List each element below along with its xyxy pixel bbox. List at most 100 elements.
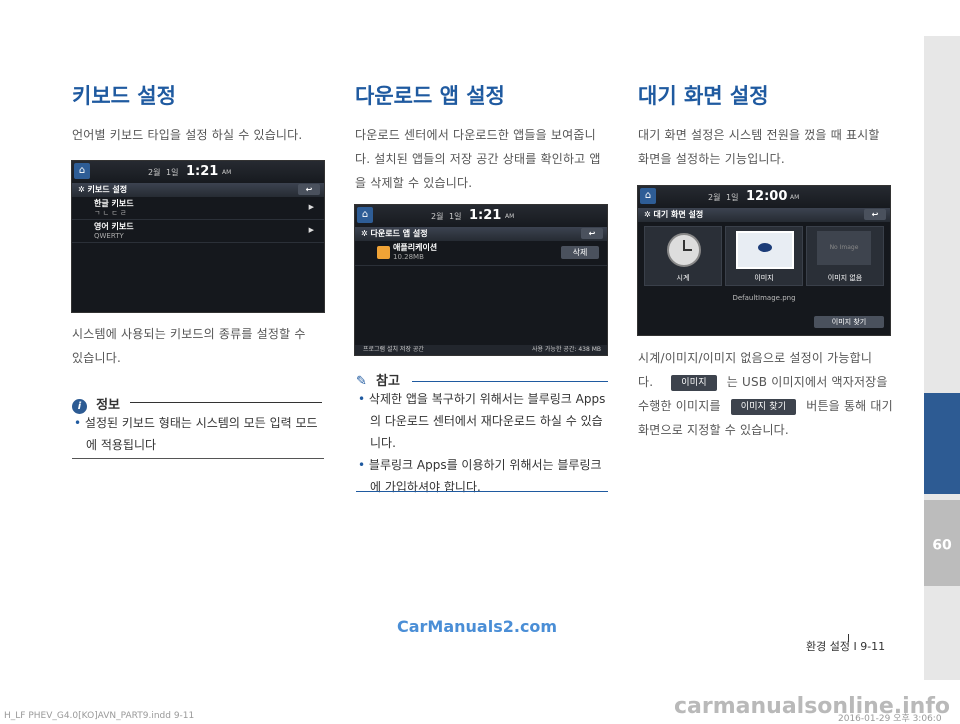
storage-label: 프로그램 설치 저장 공간: [363, 346, 424, 353]
standby-intro: 대기 화면 설정은 시스템 전원을 껐을 때 표시할 화면을 설정하는 기능입니…: [638, 123, 898, 171]
ampm: AM: [790, 194, 800, 201]
day-label: 1일: [166, 168, 179, 177]
row-subtitle: QWERTY: [94, 232, 124, 240]
day-label: 1일: [726, 193, 739, 202]
home-icon[interactable]: ⌂: [74, 163, 90, 179]
screen-header: ✲ 다운로드 앱 설정 ↩: [355, 227, 607, 241]
pencil-icon: ✎: [356, 374, 367, 389]
screen-header-title: 키보드 설정: [87, 185, 128, 194]
paragraph-line: 대기 화면 설정은 시스템 전원을 껐을 때 표시할: [638, 128, 880, 142]
note-label: 참고: [376, 374, 400, 389]
screen-header: ✲ 키보드 설정 ↩: [72, 183, 324, 197]
text-fragment: 버튼을 통해 대기: [806, 399, 893, 413]
tile-no-image[interactable]: No Image 이미지 없음: [806, 226, 884, 286]
home-icon[interactable]: ⌂: [357, 207, 373, 223]
day-label: 1일: [449, 212, 462, 221]
bullet-text: 니다.: [370, 436, 396, 450]
text-fragment: 수행한 이미지를: [638, 399, 721, 413]
delete-button[interactable]: 삭제: [561, 246, 599, 259]
info-header: i 정보: [72, 394, 322, 414]
text-fragment: 다.: [638, 375, 654, 389]
status-bar: ⌂ 2월 1일 1:21 AM: [355, 205, 607, 227]
bullet-line: • 블루링크 Apps를 이용하기 위해서는 블루링크: [358, 454, 610, 476]
bullet-text: 설정된 키보드 형태는 시스템의 모든 입력 모드: [84, 416, 318, 430]
tile-image[interactable]: 이미지: [725, 226, 803, 286]
paragraph-line: 다. 이미지 는 USB 이미지에서 액자저장을: [638, 370, 908, 394]
paragraph-line: 수행한 이미지를 이미지 찾기 버튼을 통해 대기: [638, 394, 908, 418]
divider: [130, 402, 322, 403]
play-arrow-icon: ▶: [308, 226, 314, 234]
row-title: 한글 키보드: [94, 199, 134, 208]
tile-label: 이미지: [754, 274, 774, 282]
app-row[interactable]: 애플리케이션 10.28MB 삭제: [355, 241, 607, 266]
bullet-text: 블루링크 Apps를 이용하기 위해서는 블루링크: [368, 458, 602, 472]
find-image-chip: 이미지 찾기: [730, 398, 797, 415]
chapter-number: 09: [932, 535, 952, 551]
month-label: 2월: [708, 193, 721, 202]
watermark-carmanuals2: CarManuals2.com: [397, 617, 558, 636]
keyboard-row-korean[interactable]: 한글 키보드 ㄱ ㄴ ㄷ ㄹ ▶: [72, 197, 324, 220]
download-screen: ⌂ 2월 1일 1:21 AM ✲ 다운로드 앱 설정 ↩ 애플리케이션 10.…: [354, 204, 608, 356]
paragraph-line: 다. 설치된 앱들의 저장 공간 상태를 확인하고 앱: [355, 152, 601, 166]
download-app-settings-title: 다운로드 앱 설정: [355, 84, 505, 108]
bullet-dot: •: [74, 416, 85, 430]
paragraph-line: 시계/이미지/이미지 없음으로 설정이 가능합니: [638, 351, 873, 365]
keyboard-settings-title: 키보드 설정: [72, 84, 176, 108]
watermark-carmanualsonline: carmanualsonline.info: [674, 694, 950, 719]
standby-screen-settings-title: 대기 화면 설정: [638, 84, 769, 108]
gear-icon: ✲: [361, 229, 371, 238]
keyboard-row-english[interactable]: 영어 키보드 QWERTY ▶: [72, 220, 324, 243]
divider: [412, 381, 608, 382]
tile-label: 시계: [676, 274, 690, 282]
tile-label: 이미지 없음: [827, 274, 863, 282]
month-label: 2월: [148, 168, 161, 177]
row-title: 영어 키보드: [94, 222, 134, 231]
clock-icon: [667, 233, 701, 267]
note-header: ✎ 참고: [356, 370, 608, 389]
info-bottom-rule: [72, 458, 324, 459]
back-icon[interactable]: ↩: [581, 228, 603, 239]
tile-clock[interactable]: 시계: [644, 226, 722, 286]
note-bullets: • 삭제한 앱을 복구하기 위해서는 블루링크 Apps 의 다운로드 센터에서…: [358, 388, 610, 498]
clock: 1:21: [469, 208, 502, 223]
bullet-text: 에 적용됩니다: [86, 438, 157, 452]
ampm: AM: [222, 169, 232, 176]
app-icon: [377, 246, 390, 259]
paragraph-line: 화면으로 지정할 수 있습니다.: [638, 423, 789, 437]
bullet-text: 삭제한 앱을 복구하기 위해서는 블루링크 Apps: [368, 392, 606, 406]
image-thumbnail: [736, 231, 794, 269]
info-bullet: • 설정된 키보드 형태는 시스템의 모든 입력 모드 에 적용됩니다: [74, 412, 326, 456]
paragraph-line: 을 삭제할 수 있습니다.: [355, 176, 473, 190]
bullet-line: • 설정된 키보드 형태는 시스템의 모든 입력 모드: [74, 412, 326, 434]
paragraph-line: 화면을 설정하는 기능입니다.: [638, 152, 785, 166]
note-bottom-rule: [356, 491, 608, 492]
standby-desc: 시계/이미지/이미지 없음으로 설정이 가능합니 다. 이미지 는 USB 이미…: [638, 346, 908, 442]
status-bar: ⌂ 2월 1일 12:00 AM: [638, 186, 890, 208]
clock: 1:21: [186, 164, 219, 179]
keyboard-intro: 언어별 키보드 타입을 설정 하실 수 있습니다.: [72, 123, 332, 147]
gear-icon: ✲: [78, 185, 88, 194]
storage-bar: 프로그램 설치 저장 공간 사용 가능한 공간: 438 MB: [355, 345, 607, 355]
storage-available: 사용 가능한 공간: 438 MB: [531, 346, 601, 353]
paragraph-line: 언어별 키보드 타입을 설정 하실 수 있습니다.: [72, 128, 303, 142]
status-bar: ⌂ 2월 1일 1:21 AM: [72, 161, 324, 183]
paragraph-line: 다운로드 센터에서 다운로드한 앱들을 보여줍니: [355, 128, 596, 142]
image-filename: DefaultImage.png: [732, 294, 796, 302]
text-fragment: 는 USB 이미지에서 액자저장을: [726, 375, 888, 389]
bullet-text: 의 다운로드 센터에서 재다운로드 하실 수 있습: [370, 414, 603, 428]
screen-header-title: 다운로드 앱 설정: [370, 229, 428, 238]
home-icon[interactable]: ⌂: [640, 188, 656, 204]
image-chip: 이미지: [671, 374, 717, 391]
bullet-text: 에 가입하셔야 합니다.: [370, 480, 481, 494]
bullet-dot: •: [358, 392, 369, 406]
download-intro: 다운로드 센터에서 다운로드한 앱들을 보여줍니 다. 설치된 앱들의 저장 공…: [355, 123, 615, 195]
find-image-button[interactable]: 이미지 찾기: [814, 316, 884, 328]
page-number: 환경 설정 I 9-11: [806, 640, 886, 653]
paragraph-line: 시스템에 사용되는 키보드의 종류를 설정할 수: [72, 327, 306, 341]
ampm: AM: [505, 213, 515, 220]
back-icon[interactable]: ↩: [298, 184, 320, 195]
bullet-line: • 삭제한 앱을 복구하기 위해서는 블루링크 Apps: [358, 388, 610, 410]
back-icon[interactable]: ↩: [864, 209, 886, 220]
screen-header: ✲ 대기 화면 설정 ↩: [638, 208, 890, 222]
print-file: H_LF PHEV_G4.0[KO]AVN_PART9.indd 9-11: [4, 711, 195, 721]
